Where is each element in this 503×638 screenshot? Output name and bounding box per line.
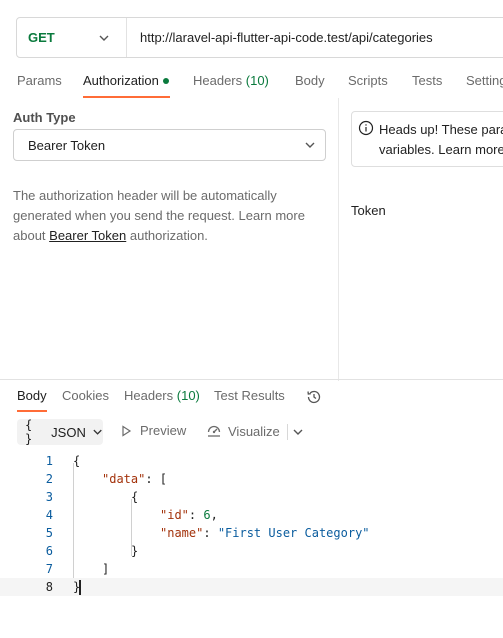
json-punct: : <box>188 508 204 522</box>
json-key: "data" <box>102 472 146 486</box>
headsup-line-1: Heads up! These parameters hold sensitiv… <box>379 122 503 137</box>
line-number: 6 <box>45 544 53 558</box>
headers-count: (10) <box>245 73 269 88</box>
json-key: "id" <box>160 508 189 522</box>
json-punct: , <box>210 508 218 522</box>
panel-divider <box>338 98 339 381</box>
line-number: 7 <box>45 562 53 576</box>
active-tab-indicator <box>83 96 170 98</box>
format-select[interactable]: { } JSON <box>17 418 103 446</box>
tab-tests[interactable]: Tests <box>412 73 442 88</box>
toolbar-separator <box>287 424 288 440</box>
response-tabs: Body Cookies Headers (10) Test Results <box>0 380 503 412</box>
code-text: "name": "First User Category" <box>160 524 370 542</box>
chevron-down-icon <box>305 142 315 148</box>
code-text: ] <box>102 562 110 576</box>
method-label: GET <box>28 30 55 45</box>
visualize-label: Visualize <box>228 423 280 439</box>
tab-body[interactable]: Body <box>295 73 325 88</box>
info-icon <box>358 120 374 136</box>
code-text: } <box>131 544 139 558</box>
code-text: } <box>73 578 82 596</box>
code-line: 1{ <box>0 452 503 470</box>
code-line: 7] <box>0 560 503 578</box>
code-text: "id": 6, <box>160 506 218 524</box>
visualize-icon <box>207 425 221 437</box>
preview-button[interactable]: Preview <box>120 423 186 438</box>
url-bar: GET http://laravel-api-flutter-api-code.… <box>16 17 503 58</box>
response-headers-count: (10) <box>176 388 200 403</box>
request-tabs: Params Authorization Headers (10) Body S… <box>0 68 503 98</box>
tab-params[interactable]: Params <box>17 73 62 88</box>
response-tab-body[interactable]: Body <box>17 388 47 403</box>
history-icon[interactable] <box>305 388 323 406</box>
json-number: 6 <box>203 508 211 522</box>
response-toolbar: { } JSON Preview Visualize <box>0 418 503 446</box>
chevron-down-icon[interactable] <box>292 426 304 438</box>
code-line: 4 "id": 6, <box>0 506 503 524</box>
tab-headers-label: Headers <box>193 73 243 88</box>
line-number: 2 <box>45 472 53 486</box>
line-number: 4 <box>45 508 53 522</box>
response-body-viewer[interactable]: 1{ 2 "data": [ 3{ 4 "id": 6, 5 "name": "Fir… <box>0 452 503 596</box>
headsup-banner: Heads up! These parameters hold sensitiv… <box>351 111 503 167</box>
text-cursor <box>79 580 82 595</box>
braces-icon: { } <box>25 418 33 446</box>
code-line: 6} <box>0 542 503 560</box>
auth-type-value: Bearer Token <box>28 137 106 153</box>
play-icon <box>122 424 132 437</box>
tab-authorization-label: Authorization <box>83 73 159 88</box>
tab-settings[interactable]: Settings <box>466 73 503 88</box>
auth-type-select[interactable]: Bearer Token <box>13 129 326 161</box>
json-punct: : <box>203 526 218 540</box>
code-line-current: 8} <box>0 578 503 596</box>
tab-authorization[interactable]: Authorization <box>83 73 169 88</box>
method-select[interactable]: GET <box>17 18 127 57</box>
code-line: 5 "name": "First User Category" <box>0 524 503 542</box>
chevron-down-icon <box>99 35 109 41</box>
tab-headers[interactable]: Headers (10) <box>193 73 269 88</box>
line-number: 3 <box>45 490 53 504</box>
json-key: "name" <box>160 526 204 540</box>
visualize-button[interactable]: Visualize <box>206 423 280 439</box>
line-number: 5 <box>45 526 53 540</box>
format-label: JSON <box>51 424 86 440</box>
code-text: { <box>73 454 81 468</box>
code-text: "data": [ <box>102 470 167 488</box>
auth-desc-suffix: authorization. <box>126 228 208 243</box>
code-line: 2 "data": [ <box>0 470 503 488</box>
tab-scripts[interactable]: Scripts <box>348 73 388 88</box>
response-tab-headers-label: Headers <box>124 388 174 403</box>
headsup-text: Heads up! These parameters hold sensitiv… <box>379 120 503 160</box>
active-dot-icon <box>162 77 169 84</box>
preview-label: Preview <box>140 423 187 438</box>
bearer-token-link[interactable]: Bearer Token <box>49 228 126 243</box>
auth-type-label: Auth Type <box>13 110 76 125</box>
active-response-tab-indicator <box>17 410 47 412</box>
code-line: 3{ <box>0 488 503 506</box>
line-number: 1 <box>45 454 53 468</box>
response-tab-headers[interactable]: Headers (10) <box>124 388 200 403</box>
token-label: Token <box>351 203 386 218</box>
json-string: "First User Category" <box>217 526 370 540</box>
code-text: { <box>131 490 139 504</box>
auth-description: The authorization header will be automat… <box>13 186 323 246</box>
response-tab-test-results[interactable]: Test Results <box>214 388 285 403</box>
headsup-line-2: variables. Learn more <box>379 142 503 157</box>
line-number: 8 <box>45 580 53 594</box>
chevron-down-icon <box>93 429 102 435</box>
json-punct: : [ <box>145 472 168 486</box>
url-input[interactable]: http://laravel-api-flutter-api-code.test… <box>127 30 433 45</box>
response-tab-cookies[interactable]: Cookies <box>62 388 109 403</box>
